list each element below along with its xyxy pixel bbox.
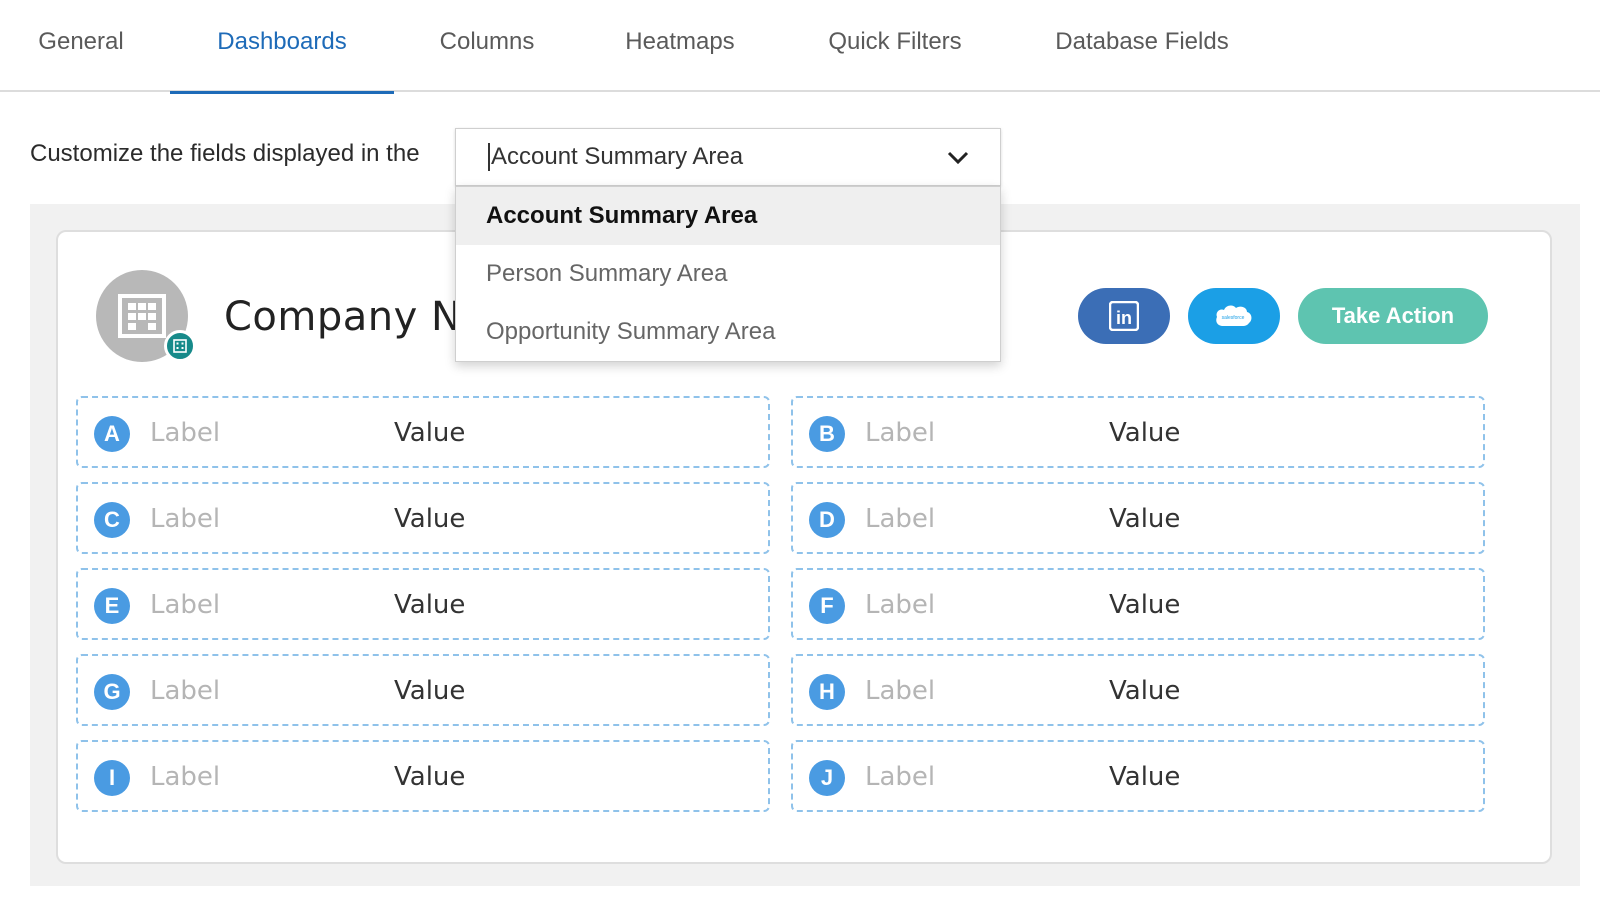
salesforce-button[interactable]: salesforce: [1188, 288, 1280, 344]
field-slot-b[interactable]: B Label Value: [791, 396, 1485, 468]
field-label: Label: [150, 762, 221, 792]
field-value: Value: [394, 418, 466, 448]
take-action-button[interactable]: Take Action: [1298, 288, 1488, 344]
field-label: Label: [150, 590, 221, 620]
option-account-summary-area[interactable]: Account Summary Area: [456, 187, 1000, 245]
field-slot-e[interactable]: E Label Value: [76, 568, 770, 640]
option-opportunity-summary-area[interactable]: Opportunity Summary Area: [456, 303, 1000, 361]
tab-heatmaps[interactable]: Heatmaps: [623, 0, 737, 92]
field-value: Value: [394, 590, 466, 620]
field-slot-c[interactable]: C Label Value: [76, 482, 770, 554]
field-label: Label: [865, 418, 936, 448]
field-letter-badge: I: [94, 760, 130, 796]
company-name: Company Na: [224, 294, 487, 340]
field-value: Value: [394, 504, 466, 534]
field-value: Value: [1109, 418, 1181, 448]
company-type-badge: [164, 330, 196, 362]
field-slot-i[interactable]: I Label Value: [76, 740, 770, 812]
summary-area-select[interactable]: Account Summary Area: [455, 128, 1001, 186]
building-icon: [118, 294, 166, 338]
field-letter-badge: E: [94, 588, 130, 624]
customize-prompt: Customize the fields displayed in the: [30, 140, 420, 167]
field-slot-f[interactable]: F Label Value: [791, 568, 1485, 640]
field-slot-d[interactable]: D Label Value: [791, 482, 1485, 554]
tab-database-fields[interactable]: Database Fields: [1052, 0, 1232, 92]
field-value: Value: [394, 676, 466, 706]
field-label: Label: [865, 504, 936, 534]
field-value: Value: [1109, 676, 1181, 706]
field-letter-badge: G: [94, 674, 130, 710]
linkedin-icon: in: [1109, 301, 1139, 331]
field-value: Value: [1109, 762, 1181, 792]
tab-bar: General Dashboards Columns Heatmaps Quic…: [0, 0, 1600, 94]
field-slot-a[interactable]: A Label Value: [76, 396, 770, 468]
field-label: Label: [865, 676, 936, 706]
summary-area-menu: Account Summary Area Person Summary Area…: [455, 186, 1001, 362]
field-letter-badge: C: [94, 502, 130, 538]
field-letter-badge: D: [809, 502, 845, 538]
linkedin-button[interactable]: in: [1078, 288, 1170, 344]
field-slot-j[interactable]: J Label Value: [791, 740, 1485, 812]
salesforce-cloud-icon: salesforce: [1216, 305, 1252, 326]
field-value: Value: [1109, 504, 1181, 534]
field-slot-g[interactable]: G Label Value: [76, 654, 770, 726]
field-label: Label: [865, 762, 936, 792]
option-person-summary-area[interactable]: Person Summary Area: [456, 245, 1000, 303]
field-value: Value: [1109, 590, 1181, 620]
field-slot-h[interactable]: H Label Value: [791, 654, 1485, 726]
field-letter-badge: B: [809, 416, 845, 452]
field-letter-badge: A: [94, 416, 130, 452]
field-value: Value: [394, 762, 466, 792]
tab-quick-filters[interactable]: Quick Filters: [825, 0, 965, 92]
field-label: Label: [150, 676, 221, 706]
chevron-down-icon[interactable]: [946, 147, 970, 167]
field-letter-badge: H: [809, 674, 845, 710]
field-letter-badge: J: [809, 760, 845, 796]
small-building-icon: [173, 339, 187, 353]
field-letter-badge: F: [809, 588, 845, 624]
tab-dashboards[interactable]: Dashboards: [170, 0, 394, 94]
tab-columns[interactable]: Columns: [438, 0, 536, 92]
salesforce-text: salesforce: [1222, 315, 1245, 321]
linkedin-text: in: [1116, 308, 1132, 328]
field-label: Label: [150, 504, 221, 534]
field-label: Label: [865, 590, 936, 620]
tab-general[interactable]: General: [36, 0, 126, 92]
field-label: Label: [150, 418, 221, 448]
select-current-value: Account Summary Area: [488, 143, 743, 171]
